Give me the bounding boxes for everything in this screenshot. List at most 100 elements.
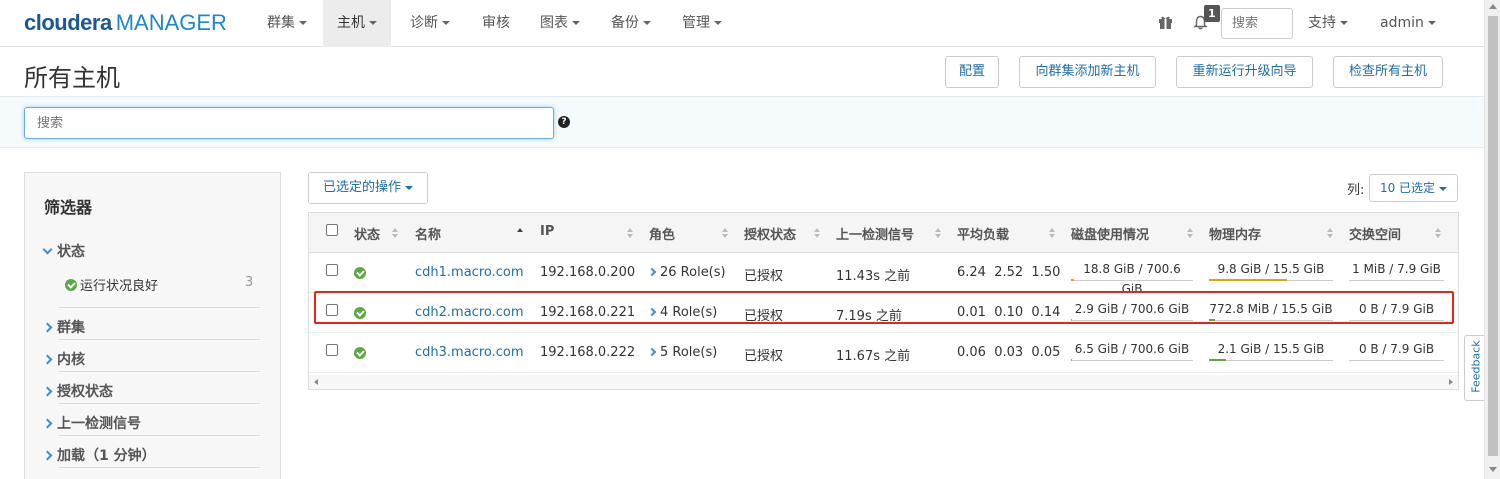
selected-actions-dropdown[interactable]: 已选定的操作	[308, 172, 428, 204]
horizontal-scrollbar[interactable]	[309, 375, 1458, 389]
swap-usage-bar: 0 B / 7.9 GiB	[1349, 339, 1444, 361]
filter-status[interactable]: 状态	[42, 241, 85, 261]
memory-usage-bar: 2.1 GiB / 15.5 GiB	[1209, 339, 1333, 361]
select-all-checkbox[interactable]	[326, 224, 338, 236]
disk-usage-fill	[1071, 279, 1075, 281]
filter-clusters[interactable]: 群集	[42, 317, 85, 337]
scroll-down-arrow-icon[interactable]	[1489, 467, 1497, 472]
sort-icon[interactable]	[627, 228, 633, 238]
filter-count: 3	[245, 275, 254, 290]
host-roles[interactable]: 26 Role(s)	[647, 265, 726, 280]
caret-down-icon	[572, 21, 580, 25]
caret-down-icon	[369, 21, 377, 25]
sort-icon[interactable]	[392, 228, 398, 238]
host-license-status: 已授权	[744, 349, 784, 364]
sort-icon[interactable]	[935, 228, 941, 238]
chevron-right-icon	[42, 354, 53, 365]
nav-search-input[interactable]	[1221, 8, 1293, 39]
table-row[interactable]: cdh1.macro.com 192.168.0.200 26 Role(s) 已授权…	[309, 253, 1458, 296]
host-last-heartbeat: 11.67s 之前	[836, 349, 911, 364]
host-name-link[interactable]: cdh3.macro.com	[415, 345, 524, 360]
column-swap-space[interactable]: 交换空间	[1349, 224, 1401, 243]
add-hosts-button[interactable]: 向群集添加新主机	[1019, 56, 1156, 88]
chevron-right-icon	[647, 347, 657, 357]
nav-user-menu[interactable]: admin	[1366, 0, 1450, 47]
top-navbar: clouderaMANAGER 群集 主机 诊断 审核 图表 备份 管理 1 支…	[0, 0, 1484, 47]
column-roles[interactable]: 角色	[649, 224, 675, 243]
column-license-status[interactable]: 授权状态	[744, 224, 796, 243]
vertical-scrollbar[interactable]	[1484, 0, 1500, 479]
configure-button[interactable]: 配置	[945, 56, 999, 88]
sort-icon[interactable]	[1327, 228, 1333, 238]
row-checkbox[interactable]	[326, 344, 338, 356]
sort-icon[interactable]	[1049, 228, 1055, 238]
health-good-icon	[354, 347, 366, 359]
column-status[interactable]: 状态	[354, 224, 380, 243]
caret-down-icon	[643, 21, 651, 25]
filter-status-good-health[interactable]: 运行状况良好	[65, 275, 158, 294]
divider	[58, 403, 260, 404]
search-bar: ?	[0, 96, 1484, 148]
feedback-tab[interactable]: Feedback	[1464, 335, 1484, 401]
filters-title: 筛选器	[44, 198, 93, 217]
gift-icon[interactable]	[1158, 15, 1173, 30]
columns-selector[interactable]: 10 已选定	[1369, 174, 1458, 202]
nav-hosts[interactable]: 主机	[323, 0, 391, 47]
column-ip[interactable]: IP	[540, 224, 554, 239]
column-load-average[interactable]: 平均负载	[957, 224, 1009, 243]
scroll-left-arrow-icon[interactable]	[314, 379, 318, 385]
chevron-right-icon	[647, 267, 657, 277]
column-last-heartbeat[interactable]: 上一检测信号	[836, 224, 914, 243]
host-license-status: 已授权	[744, 269, 784, 284]
nav-backup[interactable]: 备份	[597, 0, 665, 47]
divider	[58, 339, 260, 340]
filter-last-heartbeat[interactable]: 上一检测信号	[42, 413, 141, 433]
memory-usage-fill	[1209, 279, 1288, 281]
nav-audits[interactable]: 审核	[468, 0, 524, 47]
caret-down-icon	[405, 185, 413, 190]
column-name[interactable]: 名称	[415, 224, 441, 243]
row-checkbox[interactable]	[326, 264, 338, 276]
host-name-link[interactable]: cdh1.macro.com	[415, 265, 524, 280]
filters-panel: 筛选器 状态 运行状况良好 3 群集 内核 授权状态 上一检测信号 加载（1 分…	[24, 172, 281, 479]
host-roles[interactable]: 5 Role(s)	[647, 345, 717, 360]
sort-icon[interactable]	[722, 228, 728, 238]
scrollbar-thumb[interactable]	[1488, 16, 1498, 456]
table-header: 状态 名称 IP 角色 授权状态 上一检测信号 平均负载 磁盘使用情况 物理内存…	[309, 213, 1458, 253]
sort-icon[interactable]	[1187, 228, 1193, 238]
column-disk-usage[interactable]: 磁盘使用情况	[1071, 224, 1149, 243]
column-physical-memory[interactable]: 物理内存	[1209, 224, 1261, 243]
scroll-up-arrow-icon[interactable]	[1489, 4, 1497, 9]
table-row[interactable]: cdh3.macro.com 192.168.0.222 5 Role(s) 已授权 1…	[309, 333, 1458, 373]
cloudera-manager-logo[interactable]: cloudera MANAGER	[24, 10, 227, 36]
filter-license-status[interactable]: 授权状态	[42, 381, 113, 401]
memory-usage-bar: 9.8 GiB / 15.5 GiB	[1209, 259, 1333, 281]
sort-icon[interactable]	[1435, 228, 1441, 238]
divider	[58, 435, 260, 436]
sort-icon[interactable]	[814, 228, 820, 238]
caret-down-icon	[1439, 186, 1448, 191]
nav-diagnostics[interactable]: 诊断	[396, 0, 464, 47]
nav-charts[interactable]: 图表	[526, 0, 594, 47]
host-load-average: 0.06 0.03 0.05	[957, 345, 1061, 360]
filter-load-1min[interactable]: 加载（1 分钟）	[42, 445, 156, 465]
host-search-input[interactable]	[24, 107, 554, 139]
rerun-upgrade-wizard-button[interactable]: 重新运行升级向导	[1176, 56, 1313, 88]
sort-asc-icon[interactable]	[517, 228, 523, 238]
caret-down-icon	[1340, 21, 1348, 25]
filter-cores[interactable]: 内核	[42, 349, 85, 369]
host-load-average: 6.24 2.52 1.50	[957, 265, 1061, 280]
nav-support[interactable]: 支持	[1294, 0, 1362, 47]
host-last-heartbeat: 11.43s 之前	[836, 269, 911, 284]
host-ip: 192.168.0.200	[540, 265, 636, 280]
scroll-right-arrow-icon[interactable]	[1449, 379, 1453, 385]
nav-clusters[interactable]: 群集	[253, 0, 321, 47]
inspect-all-hosts-button[interactable]: 检查所有主机	[1333, 56, 1443, 88]
page-title: 所有主机	[24, 64, 120, 92]
notification-badge[interactable]: 1	[1204, 5, 1220, 22]
nav-administration[interactable]: 管理	[668, 0, 736, 47]
swap-usage-bar: 1 MiB / 7.9 GiB	[1349, 259, 1444, 281]
disk-usage-bar: 6.5 GiB / 700.6 GiB	[1071, 339, 1193, 361]
disk-usage-bar: 18.8 GiB / 700.6 GiB	[1071, 259, 1193, 296]
question-circle-icon[interactable]: ?	[558, 116, 570, 128]
